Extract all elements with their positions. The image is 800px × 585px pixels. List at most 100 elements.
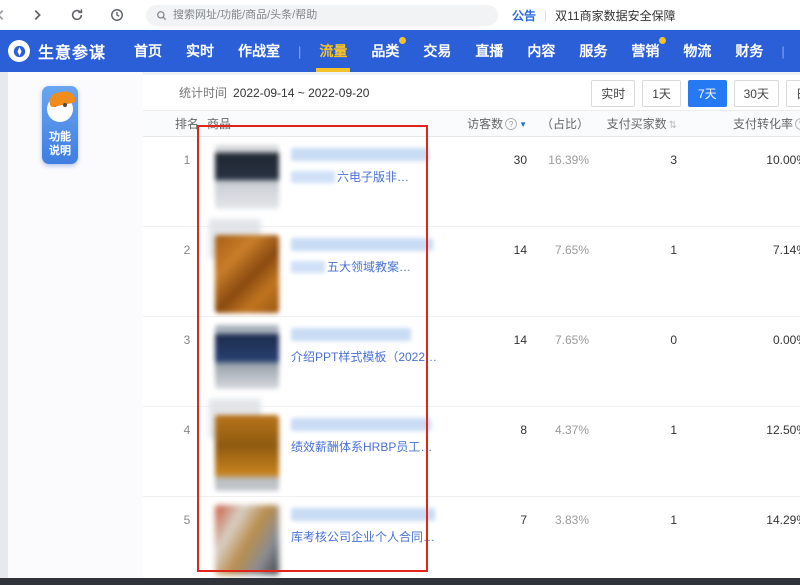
search-icon (156, 10, 167, 21)
nav-label: 物流 (683, 41, 711, 61)
left-edge-strip (0, 72, 8, 585)
info-icon[interactable]: ? (505, 118, 517, 130)
nav-menu: 首页 实时 作战室 | 流量 品类 交易 直播 内容 服务 营销 物流 财务 |… (122, 30, 800, 72)
table-row: 3 介绍PPT样式模板（2022… 14 7.65% 0 0.00% (143, 317, 800, 407)
buyers-cell: 3 (589, 137, 677, 226)
nav-item-category[interactable]: 品类 (366, 30, 404, 72)
product-title-link[interactable]: 介绍PPT样式模板（2022… (291, 348, 437, 365)
nav-item-service[interactable]: 服务 (574, 30, 612, 72)
product-thumbnail[interactable] (215, 415, 279, 491)
header-ratio: （占比） (527, 115, 589, 132)
product-title-link[interactable]: 绩效薪酬体系HRBP员工… (291, 438, 432, 455)
rank-cell: 2 (167, 227, 207, 316)
nav-item-trade[interactable]: 交易 (418, 30, 456, 72)
rank-cell: 1 (167, 137, 207, 226)
product-cell: 五大领域教案… (207, 227, 457, 316)
sycm-logo-icon[interactable] (8, 40, 30, 62)
rank-cell: 3 (167, 317, 207, 406)
range-button-30day[interactable]: 30天 (734, 80, 779, 107)
notification-dot (399, 37, 406, 44)
conversion-cell: 0.00% (677, 317, 800, 406)
product-thumbnail[interactable] (215, 505, 279, 575)
visitors-cell: 14 (457, 227, 527, 316)
product-cell: 绩效薪酬体系HRBP员工… (207, 407, 457, 496)
rank-cell: 5 (167, 497, 207, 585)
history-clock-icon[interactable] (108, 6, 126, 24)
nav-label: 流量 (319, 41, 347, 61)
nav-item-live[interactable]: 直播 (470, 30, 508, 72)
sort-desc-icon[interactable]: ▼ (519, 120, 527, 129)
table-row: 5 库考核公司企业个人合同… 7 3.83% 1 14.29% (143, 497, 800, 585)
announcement-separator: | (544, 8, 547, 22)
product-title-link[interactable]: 五大领域教案… (327, 258, 411, 275)
nav-item-finance[interactable]: 财务 (730, 30, 768, 72)
rank-cell: 4 (167, 407, 207, 496)
nav-label: 首页 (134, 41, 162, 61)
buyers-cell: 1 (589, 407, 677, 496)
nav-item-marketing[interactable]: 营销 (626, 30, 664, 72)
browser-toolbar: 公告 | 双11商家数据安全保障 (0, 0, 800, 30)
nav-divider: | (298, 44, 301, 59)
main-panel: 统计时间 2022-09-14 ~ 2022-09-20 实时 1天 7天 30… (143, 75, 800, 585)
range-button-7day[interactable]: 7天 (688, 80, 727, 107)
blurred-title-line (291, 238, 433, 251)
header-product: 商品 (207, 115, 457, 132)
table-row: 4 绩效薪酬体系HRBP员工… 8 4.37% 1 12.50% (143, 407, 800, 497)
conversion-cell: 7.14% (677, 227, 800, 316)
sort-icon[interactable]: ⇅ (669, 120, 677, 131)
nav-label: 营销 (631, 41, 659, 61)
brand-title[interactable]: 生意参谋 (38, 39, 106, 63)
table-row: 2 五大领域教案… 14 7.65% 1 7.14% (143, 227, 800, 317)
visitors-cell: 8 (457, 407, 527, 496)
buyers-cell: 0 (589, 317, 677, 406)
blurred-title-segment (291, 171, 335, 183)
address-search-bar[interactable] (146, 5, 498, 26)
nav-item-logistics[interactable]: 物流 (678, 30, 716, 72)
nav-label: 财务 (735, 41, 763, 61)
nav-label: 实时 (186, 41, 214, 61)
mascot-icon (47, 96, 73, 122)
product-title-link[interactable]: 库考核公司企业个人合同… (291, 528, 435, 545)
header-visitors: 访客数?▼ (457, 115, 527, 132)
nav-item-content[interactable]: 内容 (522, 30, 560, 72)
blurred-title-line (291, 328, 411, 341)
table-row: 1 六电子版非… 30 16.39% 3 10.00% (143, 137, 800, 227)
stats-toolbar: 统计时间 2022-09-14 ~ 2022-09-20 实时 1天 7天 30… (143, 75, 800, 111)
product-thumbnail[interactable] (215, 145, 279, 209)
announcement-link[interactable]: 公告 (512, 7, 536, 24)
reload-icon[interactable] (68, 6, 86, 24)
conversion-cell: 10.00% (677, 137, 800, 226)
nav-label: 直播 (475, 41, 503, 61)
ratio-cell: 3.83% (527, 497, 589, 585)
ratio-cell: 4.37% (527, 407, 589, 496)
ratio-cell: 7.65% (527, 227, 589, 316)
product-thumbnail[interactable] (215, 325, 279, 389)
range-button-realtime[interactable]: 实时 (591, 80, 635, 107)
info-icon[interactable]: ? (795, 118, 800, 130)
table-header: 排名 商品 访客数?▼ （占比） 支付买家数⇅ 支付转化率? (143, 111, 800, 137)
nav-label: 内容 (527, 41, 555, 61)
date-range-buttons: 实时 1天 7天 30天 日 (591, 80, 800, 107)
forward-icon[interactable] (28, 6, 46, 24)
nav-item-war-room[interactable]: 作战室 (233, 30, 285, 72)
range-button-day[interactable]: 日 (786, 80, 800, 107)
stat-time-label: 统计时间 (179, 84, 227, 101)
back-icon[interactable] (0, 6, 10, 24)
stat-time-range: 2022-09-14 ~ 2022-09-20 (233, 86, 369, 100)
blurred-title-segment (291, 261, 325, 273)
product-thumbnail[interactable] (215, 235, 279, 313)
nav-item-home[interactable]: 首页 (129, 30, 167, 72)
range-button-1day[interactable]: 1天 (642, 80, 681, 107)
nav-label: 服务 (579, 41, 607, 61)
search-input[interactable] (173, 9, 488, 21)
announcement-headline[interactable]: 双11商家数据安全保障 (555, 7, 675, 24)
product-title-link[interactable]: 六电子版非… (337, 168, 409, 185)
product-cell: 库考核公司企业个人合同… (207, 497, 457, 585)
nav-item-realtime[interactable]: 实时 (181, 30, 219, 72)
bottom-edge-bar (0, 578, 800, 585)
nav-divider: | (781, 44, 784, 59)
visitors-cell: 7 (457, 497, 527, 585)
nav-item-traffic[interactable]: 流量 (314, 30, 352, 72)
helper-mascot-badge[interactable]: 功能 说明 (42, 86, 78, 164)
buyers-cell: 1 (589, 497, 677, 585)
